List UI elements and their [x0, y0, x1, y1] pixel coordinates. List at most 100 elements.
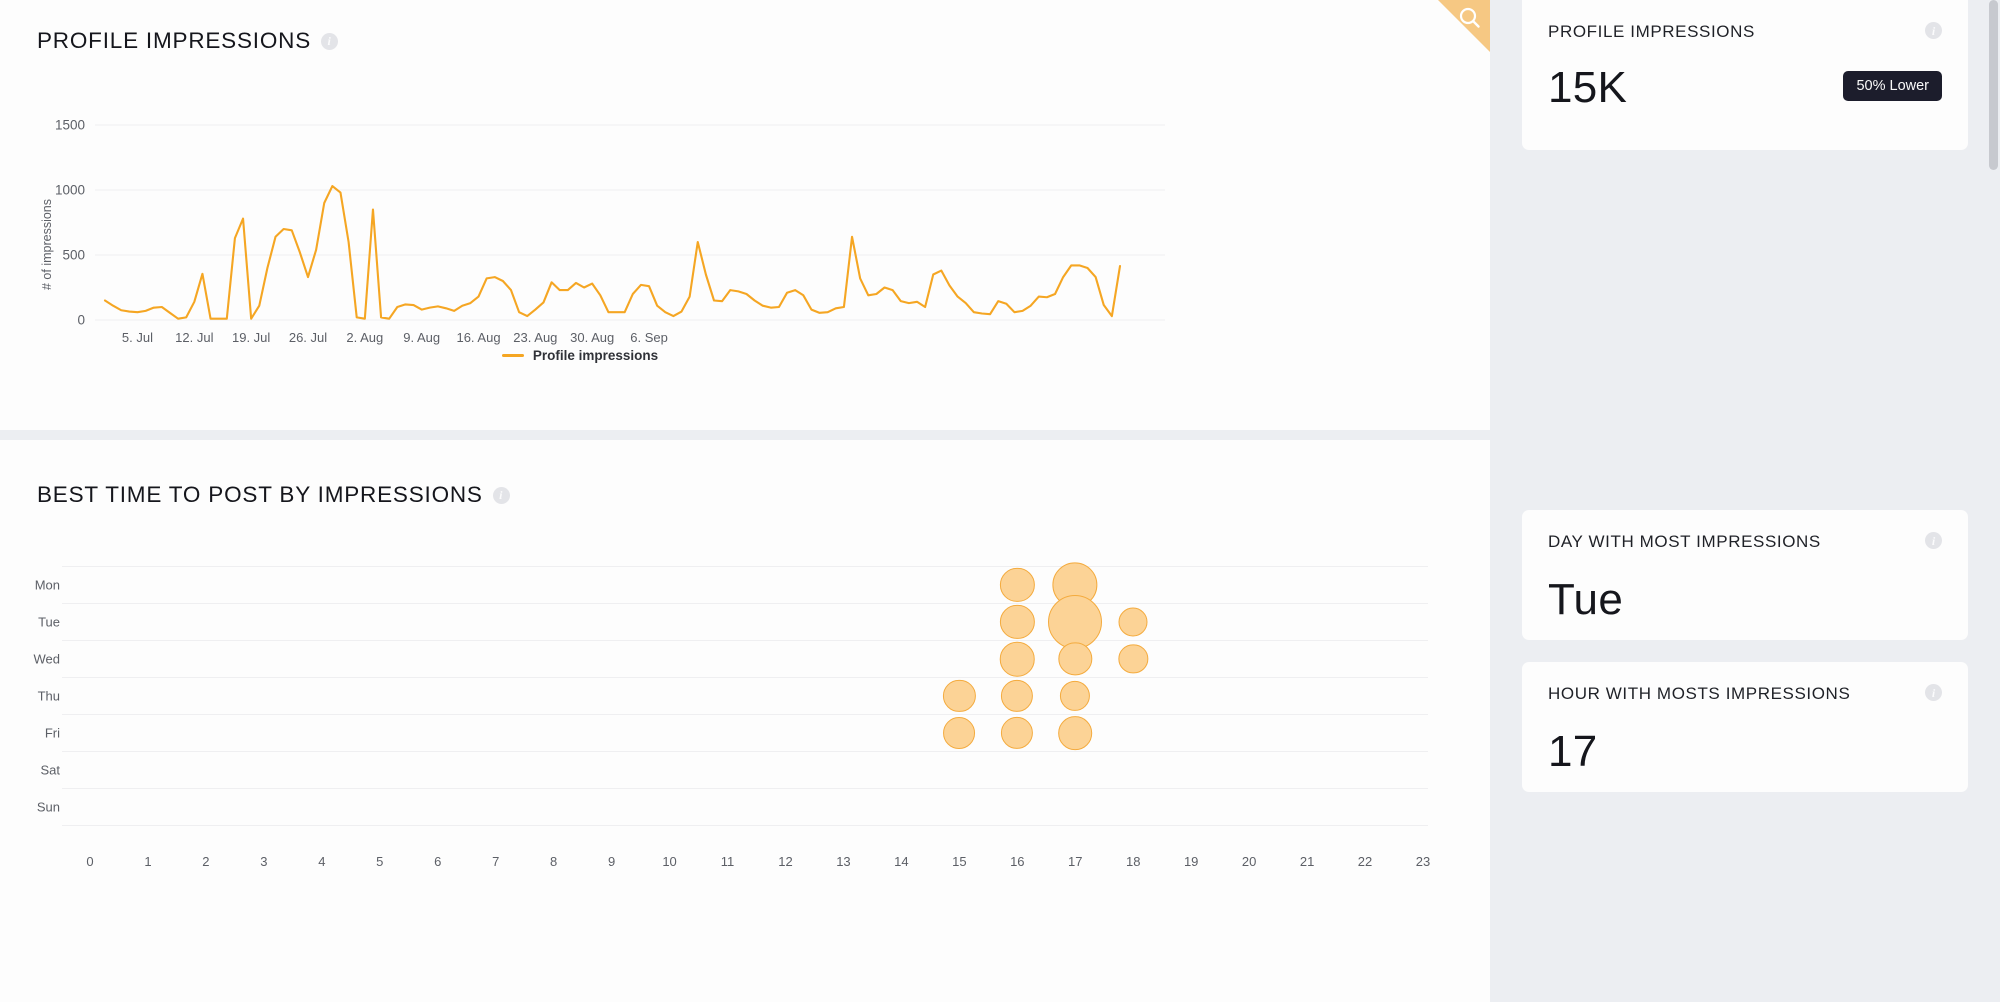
hour-label-23: 23 — [1415, 854, 1431, 869]
x-tick: 12. Jul — [175, 330, 214, 345]
day-label-sun: Sun — [36, 799, 60, 815]
info-icon[interactable]: i — [1925, 22, 1942, 39]
grid-line — [62, 603, 1428, 604]
hour-label-18: 18 — [1125, 854, 1141, 869]
panel-title-text: BEST TIME TO POST BY IMPRESSIONS — [37, 482, 483, 507]
legend-label: Profile impressions — [532, 348, 659, 363]
grid-line — [62, 640, 1428, 641]
hour-label-8: 8 — [550, 854, 558, 869]
line-chart: # of impressions 1500 1000 500 0 5. Jul 1… — [0, 78, 1490, 368]
hour-label-2: 2 — [202, 854, 210, 869]
hour-label-19: 19 — [1183, 854, 1199, 869]
hour-label-3: 3 — [260, 854, 268, 869]
hour-label-4: 4 — [318, 854, 326, 869]
dashboard-page: PROFILE IMPRESSIONS i # of impressions 1… — [0, 0, 2000, 1002]
hour-label-0: 0 — [86, 854, 94, 869]
summary-card-value: 17 — [1548, 727, 1598, 776]
day-label-sat: Sat — [40, 762, 60, 778]
hour-label-22: 22 — [1357, 854, 1373, 869]
panel-divider — [0, 430, 1490, 440]
bubble-mon-16[interactable] — [1000, 567, 1035, 603]
profile-impressions-panel: PROFILE IMPRESSIONS i # of impressions 1… — [0, 0, 1490, 430]
x-tick: 23. Aug — [513, 330, 558, 345]
status-badge: 50% Lower — [1843, 71, 1942, 101]
summary-card-title: DAY WITH MOST IMPRESSIONS — [1548, 532, 1821, 551]
summary-card-title: PROFILE IMPRESSIONS — [1548, 22, 1755, 41]
legend-swatch — [501, 354, 524, 357]
info-icon[interactable]: i — [321, 32, 339, 50]
bubble-tue-16[interactable] — [1000, 604, 1035, 640]
hour-label-10: 10 — [662, 854, 677, 869]
x-tick: 26. Jul — [288, 330, 328, 345]
info-icon[interactable]: i — [1925, 532, 1942, 549]
x-tick: 2. Aug — [346, 330, 384, 345]
hour-label-5: 5 — [376, 854, 384, 869]
x-tick: 16. Aug — [456, 330, 501, 345]
grid-line — [62, 714, 1428, 715]
day-label-thu: Thu — [37, 688, 60, 704]
bubble-fri-17[interactable] — [1058, 716, 1093, 750]
grid-line — [62, 677, 1428, 678]
grid-lines — [95, 124, 1165, 321]
hour-label-14: 14 — [894, 854, 909, 869]
summary-card-title: HOUR WITH MOSTS IMPRESSIONS — [1548, 684, 1851, 703]
hour-label-21: 21 — [1299, 854, 1315, 869]
hour-label-11: 11 — [720, 854, 735, 869]
search-icon[interactable] — [1457, 5, 1483, 36]
info-icon[interactable]: i — [1925, 684, 1942, 701]
hour-label-16: 16 — [1010, 854, 1025, 869]
info-icon[interactable]: i — [492, 486, 510, 504]
bubble-wed-16[interactable] — [1000, 641, 1035, 677]
x-tick: 6. Sep — [630, 330, 668, 345]
hour-label-6: 6 — [434, 854, 442, 869]
y-tick: 500 — [62, 247, 85, 263]
grid-line — [62, 566, 1428, 567]
charts-column: PROFILE IMPRESSIONS i # of impressions 1… — [0, 0, 1490, 1002]
y-axis-ticks: 1500 1000 500 0 — [25, 78, 85, 338]
bubble-thu-16[interactable] — [1001, 679, 1034, 713]
bubble-chart: Mon Tue Wed Thu Fri Sat Sun 0 1 2 3 4 5 6 7 8 9 10 11 12 13… — [0, 560, 1490, 960]
chart-legend: Profile impressions — [0, 348, 1160, 363]
bubble-thu-17[interactable] — [1060, 680, 1091, 712]
grid-line — [62, 751, 1428, 752]
grid-line — [62, 825, 1428, 826]
bubble-tue-17[interactable] — [1048, 595, 1103, 649]
page-scrollbar[interactable] — [1989, 0, 1998, 170]
x-tick: 5. Jul — [121, 330, 154, 345]
x-tick: 30. Aug — [570, 330, 615, 345]
bubble-fri-16[interactable] — [1001, 716, 1034, 750]
best-time-to-post-panel: BEST TIME TO POST BY IMPRESSIONS i Mon Tu… — [0, 440, 1490, 1002]
summary-card-value: 15K — [1548, 63, 1628, 112]
hour-label-17: 17 — [1068, 854, 1083, 869]
y-tick: 0 — [77, 312, 85, 328]
panel-title-text: PROFILE IMPRESSIONS — [37, 28, 312, 53]
bubble-fri-15[interactable] — [943, 717, 976, 749]
bubble-panel-title: BEST TIME TO POST BY IMPRESSIONS i — [37, 482, 510, 508]
hour-label-13: 13 — [836, 854, 851, 869]
x-tick: 19. Jul — [232, 330, 271, 345]
y-tick: 1000 — [54, 182, 85, 198]
line-chart-plot — [95, 124, 1165, 321]
hour-label-15: 15 — [952, 854, 967, 869]
summary-card-day-most-impressions: DAY WITH MOST IMPRESSIONS i Tue — [1522, 510, 1968, 640]
series-profile-impressions — [103, 185, 1122, 320]
bubble-thu-15[interactable] — [943, 679, 976, 713]
grid-line — [62, 788, 1428, 789]
summary-sidebar: PROFILE IMPRESSIONS i 15K 50% Lower DAY … — [1490, 0, 2000, 1002]
summary-card-profile-impressions: PROFILE IMPRESSIONS i 15K 50% Lower — [1522, 0, 1968, 150]
hour-label-12: 12 — [778, 854, 793, 869]
x-tick: 9. Aug — [403, 330, 441, 345]
day-label-wed: Wed — [33, 651, 61, 667]
summary-card-hour-most-impressions: HOUR WITH MOSTS IMPRESSIONS i 17 — [1522, 662, 1968, 792]
page-title: PROFILE IMPRESSIONS i — [37, 28, 339, 54]
bubble-wed-17[interactable] — [1058, 642, 1092, 676]
summary-card-value: Tue — [1548, 575, 1624, 624]
day-label-mon: Mon — [34, 577, 60, 593]
hour-label-7: 7 — [492, 854, 500, 869]
bubble-wed-18[interactable] — [1118, 644, 1148, 674]
bubble-tue-18[interactable] — [1118, 607, 1148, 637]
day-label-tue: Tue — [38, 614, 60, 630]
day-label-fri: Fri — [44, 725, 60, 741]
hour-label-9: 9 — [607, 854, 616, 869]
hour-label-1: 1 — [144, 854, 152, 869]
